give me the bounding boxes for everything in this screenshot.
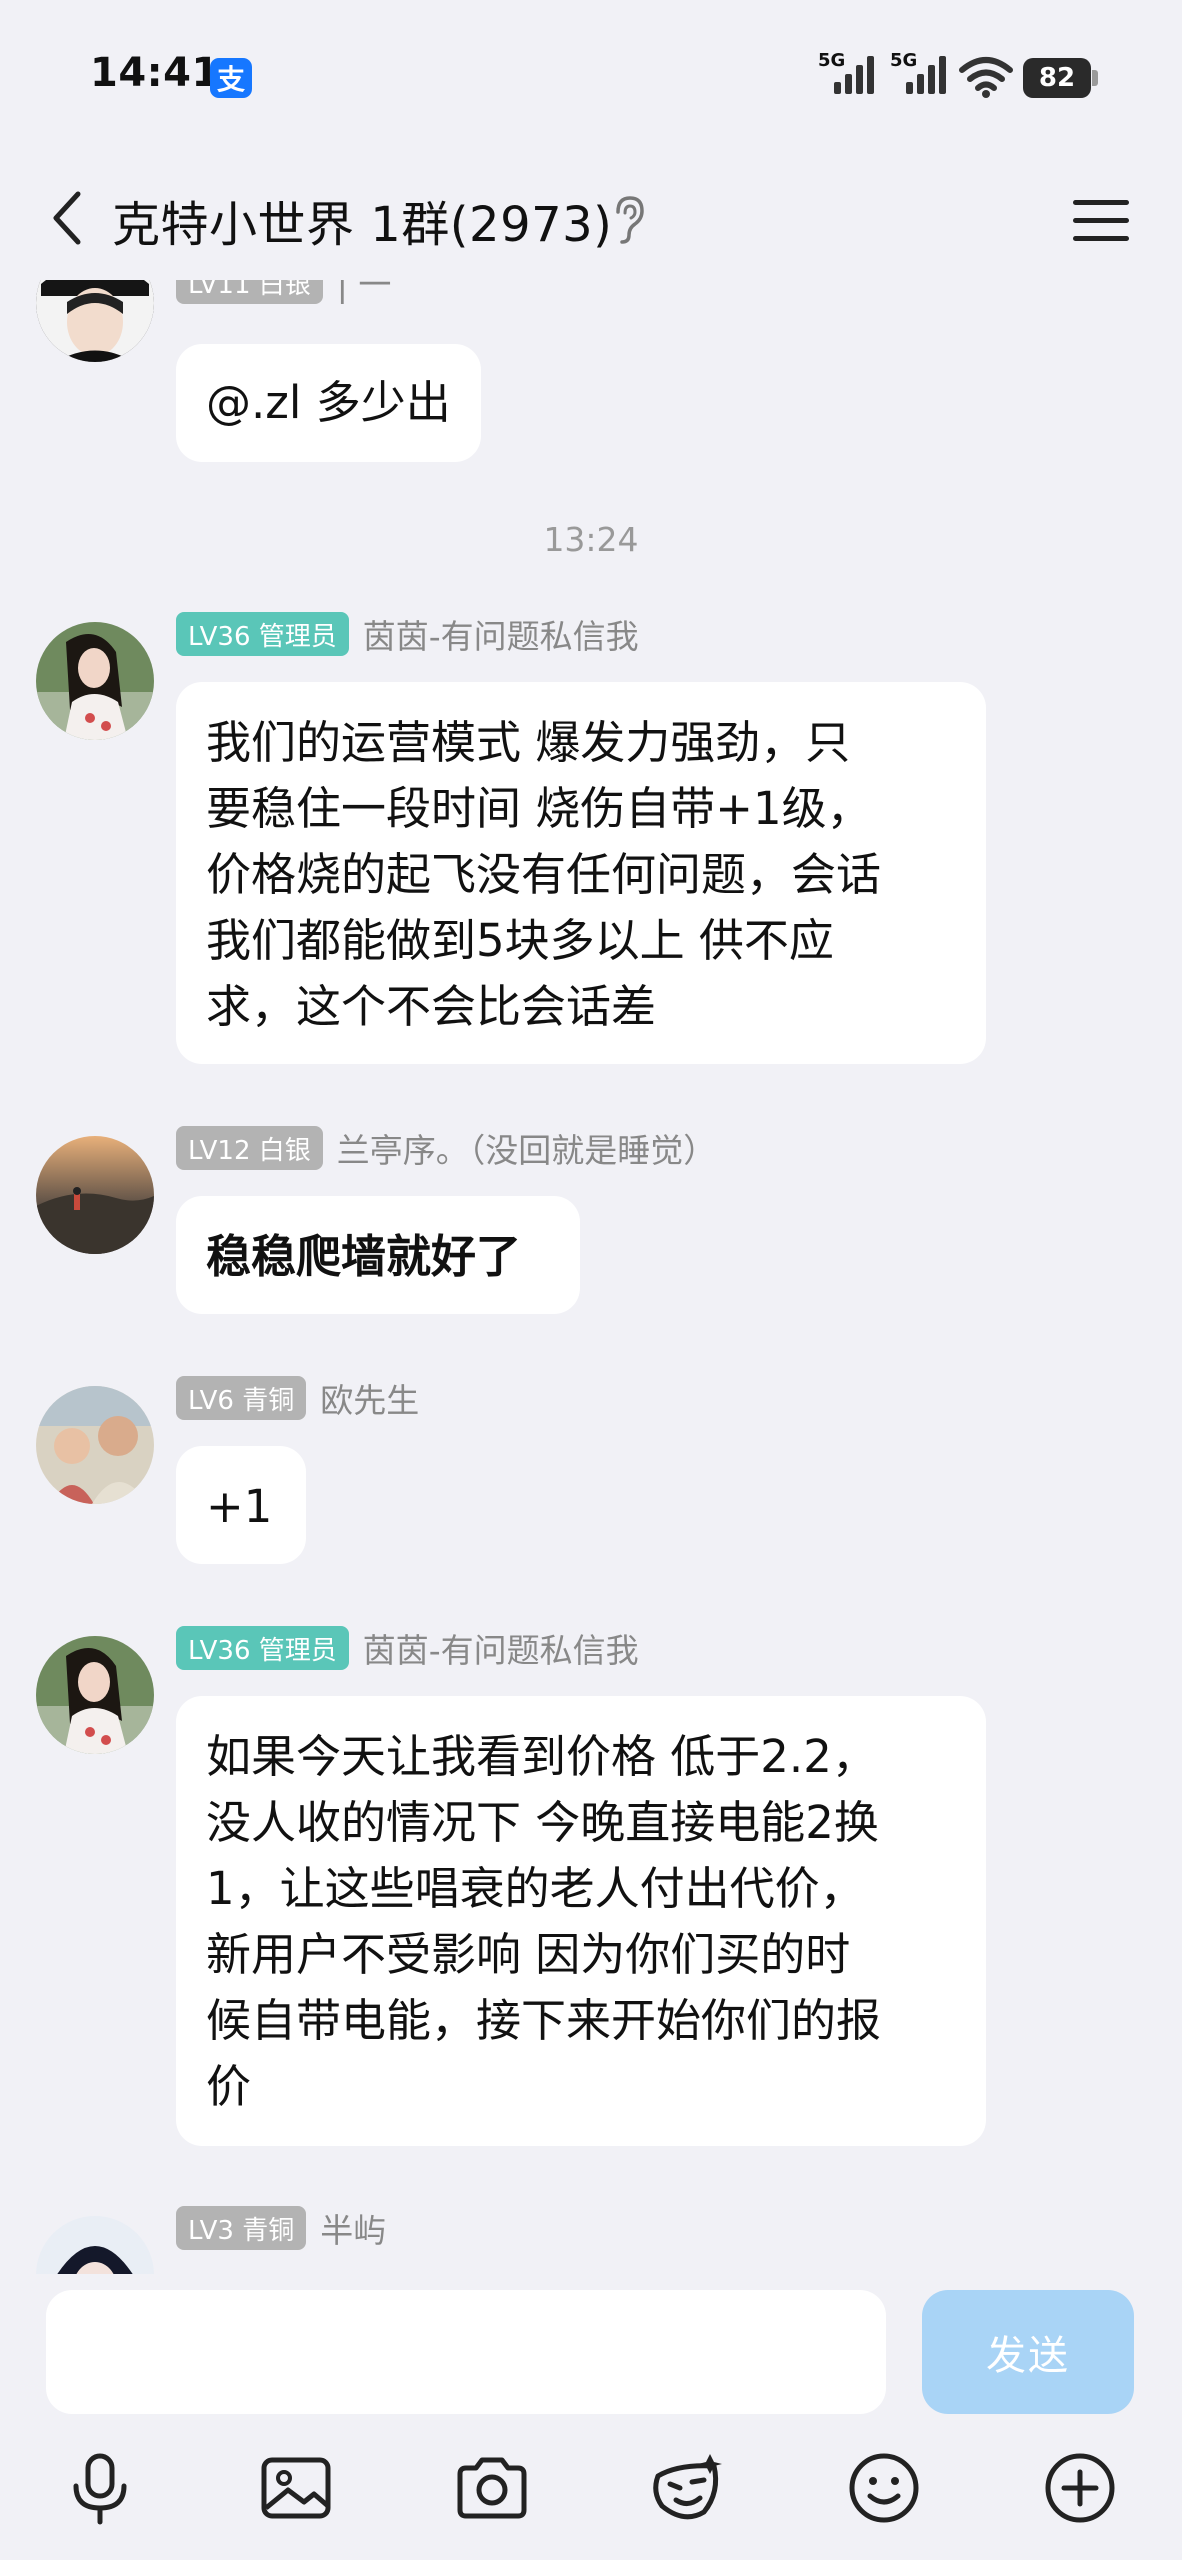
avatar[interactable] [36,2216,154,2274]
message-bubble[interactable]: @.zl 多少出 [176,344,481,462]
battery-indicator: 82 [1023,58,1091,98]
message-meta: LV36 管理员 茵茵-有问题私信我 [176,1626,639,1670]
avatar[interactable] [36,622,154,740]
microphone-icon[interactable] [60,2448,140,2528]
ear-icon[interactable] [610,194,648,246]
message-meta: LV36 管理员 茵茵-有问题私信我 [176,612,639,656]
message-input[interactable] [46,2290,886,2414]
status-bar: 14:41 支 5G 5G 82 [0,0,1182,160]
chat-screen: 14:41 支 5G 5G 82 克特小世界 1群(2973) LV11 白银 … [0,0,1182,2560]
plus-icon[interactable] [1040,2448,1120,2528]
battery-tip [1092,70,1098,86]
group-title[interactable]: 克特小世界 1群(2973) [112,185,612,255]
image-icon[interactable] [256,2448,336,2528]
wifi-icon [959,57,1013,98]
sender-name[interactable]: 欧先生 [320,1374,419,1422]
avatar[interactable] [36,1636,154,1754]
message-bubble[interactable]: 我们的运营模式 爆发力强劲，只 要稳住一段时间 烧伤自带+1级， 价格烧的起飞没… [176,682,986,1064]
message-list[interactable]: LV11 白银 | 一 @.zl 多少出 13:24 LV36 管理员 茵茵-有… [0,280,1182,2274]
menu-icon[interactable] [1065,184,1137,256]
message-meta: LV12 白银 兰亭序。（没回就是睡觉） [176,1126,716,1170]
avatar[interactable] [36,280,154,362]
camera-icon[interactable] [452,2448,532,2528]
message-meta: LV6 青铜 欧先生 [176,1376,419,1420]
back-arrow-icon[interactable] [38,182,110,254]
level-badge: LV11 白银 [176,280,323,304]
message-bubble[interactable]: 如果今天让我看到价格 低于2.2， 没人收的情况下 今晚直接电能2换 1，让这些… [176,1696,986,2146]
avatar[interactable] [36,1136,154,1254]
cell-signal-icon [834,56,874,94]
level-badge: LV3 青铜 [176,2206,307,2250]
emoji-icon[interactable] [844,2448,924,2528]
status-time: 14:41 [90,50,220,96]
message-bubble[interactable]: 稳稳爬墙就好了 [176,1196,580,1314]
sender-name[interactable]: 茵茵-有问题私信我 [363,610,639,658]
composer-area: 发送 [0,2274,1182,2560]
alipay-icon: 支 [210,58,252,98]
avatar[interactable] [36,1386,154,1504]
send-button[interactable]: 发送 [922,2290,1134,2414]
cell-signal-icon [906,56,946,94]
message-meta: LV3 青铜 半屿 [176,2206,386,2250]
sender-name[interactable]: | 一 [337,280,392,306]
sender-name[interactable]: 茵茵-有问题私信我 [363,1624,639,1672]
level-badge: LV12 白银 [176,1126,323,1170]
sticker-icon[interactable] [648,2448,728,2528]
admin-badge: LV36 管理员 [176,612,349,656]
sender-name[interactable]: 半屿 [320,2204,386,2252]
admin-badge: LV36 管理员 [176,1626,349,1670]
message-meta: LV11 白银 | 一 [176,280,391,304]
chat-header: 克特小世界 1群(2973) [0,160,1182,280]
time-divider: 13:24 [543,520,639,559]
message-bubble[interactable]: +1 [176,1446,306,1564]
level-badge: LV6 青铜 [176,1376,307,1420]
sender-name[interactable]: 兰亭序。（没回就是睡觉） [337,1124,717,1172]
